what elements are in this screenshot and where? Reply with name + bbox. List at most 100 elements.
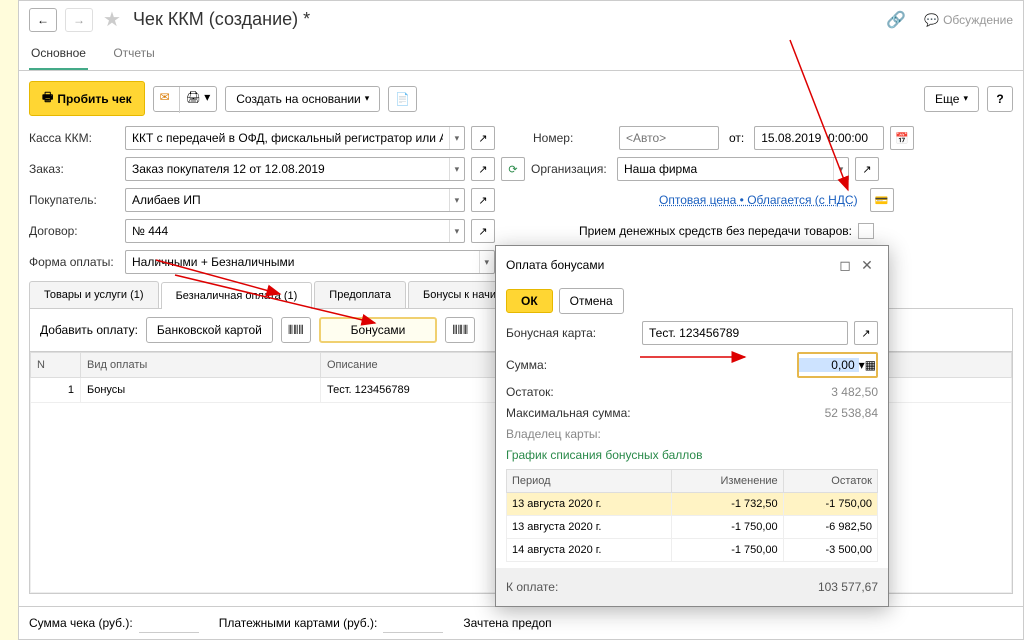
number-input[interactable] (620, 131, 718, 145)
doc-button[interactable]: 📄 (388, 86, 417, 112)
modal-header: Оплата бонусами ◻ ✕ (496, 246, 888, 284)
schedule-label: График списания бонусных баллов (506, 448, 702, 462)
print-button[interactable]: 🖨 ▾ (180, 87, 217, 113)
bonus-button[interactable]: Бонусами (319, 317, 438, 343)
buyer-input[interactable] (126, 193, 449, 207)
create-based-label: Создать на основании (236, 92, 361, 106)
chevron-down-icon[interactable]: ▾ (449, 158, 464, 180)
payform-label: Форма оплаты: (29, 255, 119, 269)
cell-period: 13 августа 2020 г. (507, 493, 672, 516)
col-rest[interactable]: Остаток (783, 470, 877, 493)
refresh-button[interactable]: ⟳ (501, 157, 525, 181)
chevron-down-icon[interactable]: ▾ (449, 127, 464, 149)
maximize-button[interactable]: ◻ (834, 254, 856, 276)
number-field[interactable] (619, 126, 719, 150)
back-button[interactable]: ← (29, 8, 57, 32)
help-button[interactable]: ? (987, 86, 1013, 112)
to-pay-value: 103 577,67 (818, 580, 878, 594)
printer-icon: 🖶 (42, 88, 53, 109)
sum-label: Сумма чека (руб.): (29, 616, 133, 630)
discuss-link[interactable]: 💬 Обсуждение (924, 13, 1013, 27)
star-icon[interactable]: ★ (103, 7, 121, 32)
col-change[interactable]: Изменение (671, 470, 783, 493)
price-link[interactable]: Оптовая цена • Облагается (с НДС) (659, 193, 858, 207)
accept-label: Прием денежных средств без передачи това… (579, 224, 852, 238)
more-button[interactable]: Еще ▾ (924, 86, 979, 112)
open-button[interactable]: ↗ (471, 157, 495, 181)
link-icon[interactable]: 🔗 (886, 10, 906, 30)
tab-cashless[interactable]: Безналичная оплата (1) (161, 282, 313, 309)
contract-input[interactable] (126, 224, 449, 238)
tab-main[interactable]: Основное (29, 38, 88, 70)
cards-value (383, 613, 443, 633)
number-label: Номер: (533, 131, 613, 145)
mail-button[interactable]: ✉ (154, 87, 180, 113)
forward-button[interactable]: → (65, 8, 93, 32)
tab-goods[interactable]: Товары и услуги (1) (29, 281, 159, 308)
open-button[interactable]: ↗ (471, 188, 495, 212)
col-n[interactable]: N (31, 353, 81, 378)
date-field[interactable] (754, 126, 884, 150)
header-bar: ← → ★ Чек ККМ (создание) * 🔗 💬 Обсуждени… (19, 1, 1023, 38)
table-row[interactable]: 13 августа 2020 г. -1 732,50 -1 750,00 (507, 493, 878, 516)
cell-rest: -1 750,00 (783, 493, 877, 516)
tab-reports[interactable]: Отчеты (111, 38, 156, 68)
card-input[interactable] (643, 326, 847, 340)
cancel-button[interactable]: Отмена (559, 288, 624, 314)
cell-type: Бонусы (81, 378, 321, 403)
col-period[interactable]: Период (507, 470, 672, 493)
open-button[interactable]: ↗ (471, 126, 495, 150)
tab-prepay[interactable]: Предоплата (314, 281, 406, 308)
kassa-field[interactable]: ▾ (125, 126, 465, 150)
order-field[interactable]: ▾ (125, 157, 465, 181)
calc-icon[interactable]: ▦ (865, 358, 876, 372)
chevron-down-icon: ▾ (365, 93, 370, 104)
toolbar: 🖶 Пробить чек ✉ 🖨 ▾ Создать на основании… (19, 71, 1023, 126)
chevron-down-icon[interactable]: ▾ (449, 189, 464, 211)
from-label: от: (729, 131, 744, 145)
card-field[interactable] (642, 321, 848, 345)
barcode-button[interactable]: ⦀⦀⦀ (281, 317, 311, 343)
create-based-button[interactable]: Создать на основании ▾ (225, 86, 380, 112)
payform-field[interactable]: ▾ (125, 250, 495, 274)
org-input[interactable] (618, 162, 833, 176)
sum-field[interactable]: ▾ ▦ (797, 352, 878, 378)
chevron-down-icon[interactable]: ▾ (449, 220, 464, 242)
cell-change: -1 750,00 (671, 539, 783, 562)
open-button[interactable]: ↗ (854, 321, 878, 345)
accept-checkbox[interactable] (858, 223, 874, 239)
order-input[interactable] (126, 162, 449, 176)
open-button[interactable]: ↗ (855, 157, 879, 181)
bank-card-button[interactable]: Банковской картой (146, 317, 273, 343)
table-row[interactable]: 13 августа 2020 г. -1 750,00 -6 982,50 (507, 516, 878, 539)
barcode-button-2[interactable]: ⦀⦀⦀ (445, 317, 475, 343)
close-button[interactable]: ✕ (856, 254, 878, 276)
sum-input[interactable] (799, 358, 859, 372)
calendar-button[interactable]: 📅 (890, 126, 914, 150)
col-type[interactable]: Вид оплаты (81, 353, 321, 378)
owner-label: Владелец карты: (506, 427, 601, 441)
open-button[interactable]: ↗ (471, 219, 495, 243)
discuss-label: Обсуждение (943, 13, 1013, 27)
schedule-table: Период Изменение Остаток 13 августа 2020… (506, 469, 878, 562)
chevron-down-icon[interactable]: ▾ (479, 251, 494, 273)
contract-label: Договор: (29, 224, 119, 238)
ok-button[interactable]: ОК (506, 289, 553, 313)
table-row[interactable]: 14 августа 2020 г. -1 750,00 -3 500,00 (507, 539, 878, 562)
cards-label: Платежными картами (руб.): (219, 616, 378, 630)
to-pay-bar: К оплате: 103 577,67 (496, 568, 888, 606)
contract-field[interactable]: ▾ (125, 219, 465, 243)
payform-input[interactable] (126, 255, 479, 269)
kassa-label: Касса ККМ: (29, 131, 119, 145)
more-label: Еще (935, 92, 959, 106)
buyer-field[interactable]: ▾ (125, 188, 465, 212)
date-input[interactable] (755, 131, 883, 145)
cell-rest: -6 982,50 (783, 516, 877, 539)
punch-check-button[interactable]: 🖶 Пробить чек (29, 81, 145, 116)
punch-label: Пробить чек (57, 92, 131, 106)
sum-label: Сумма: (506, 358, 636, 372)
org-field[interactable]: ▾ (617, 157, 849, 181)
card-pay-button[interactable]: 💳 (870, 188, 894, 212)
chevron-down-icon[interactable]: ▾ (833, 158, 848, 180)
kassa-input[interactable] (126, 131, 449, 145)
